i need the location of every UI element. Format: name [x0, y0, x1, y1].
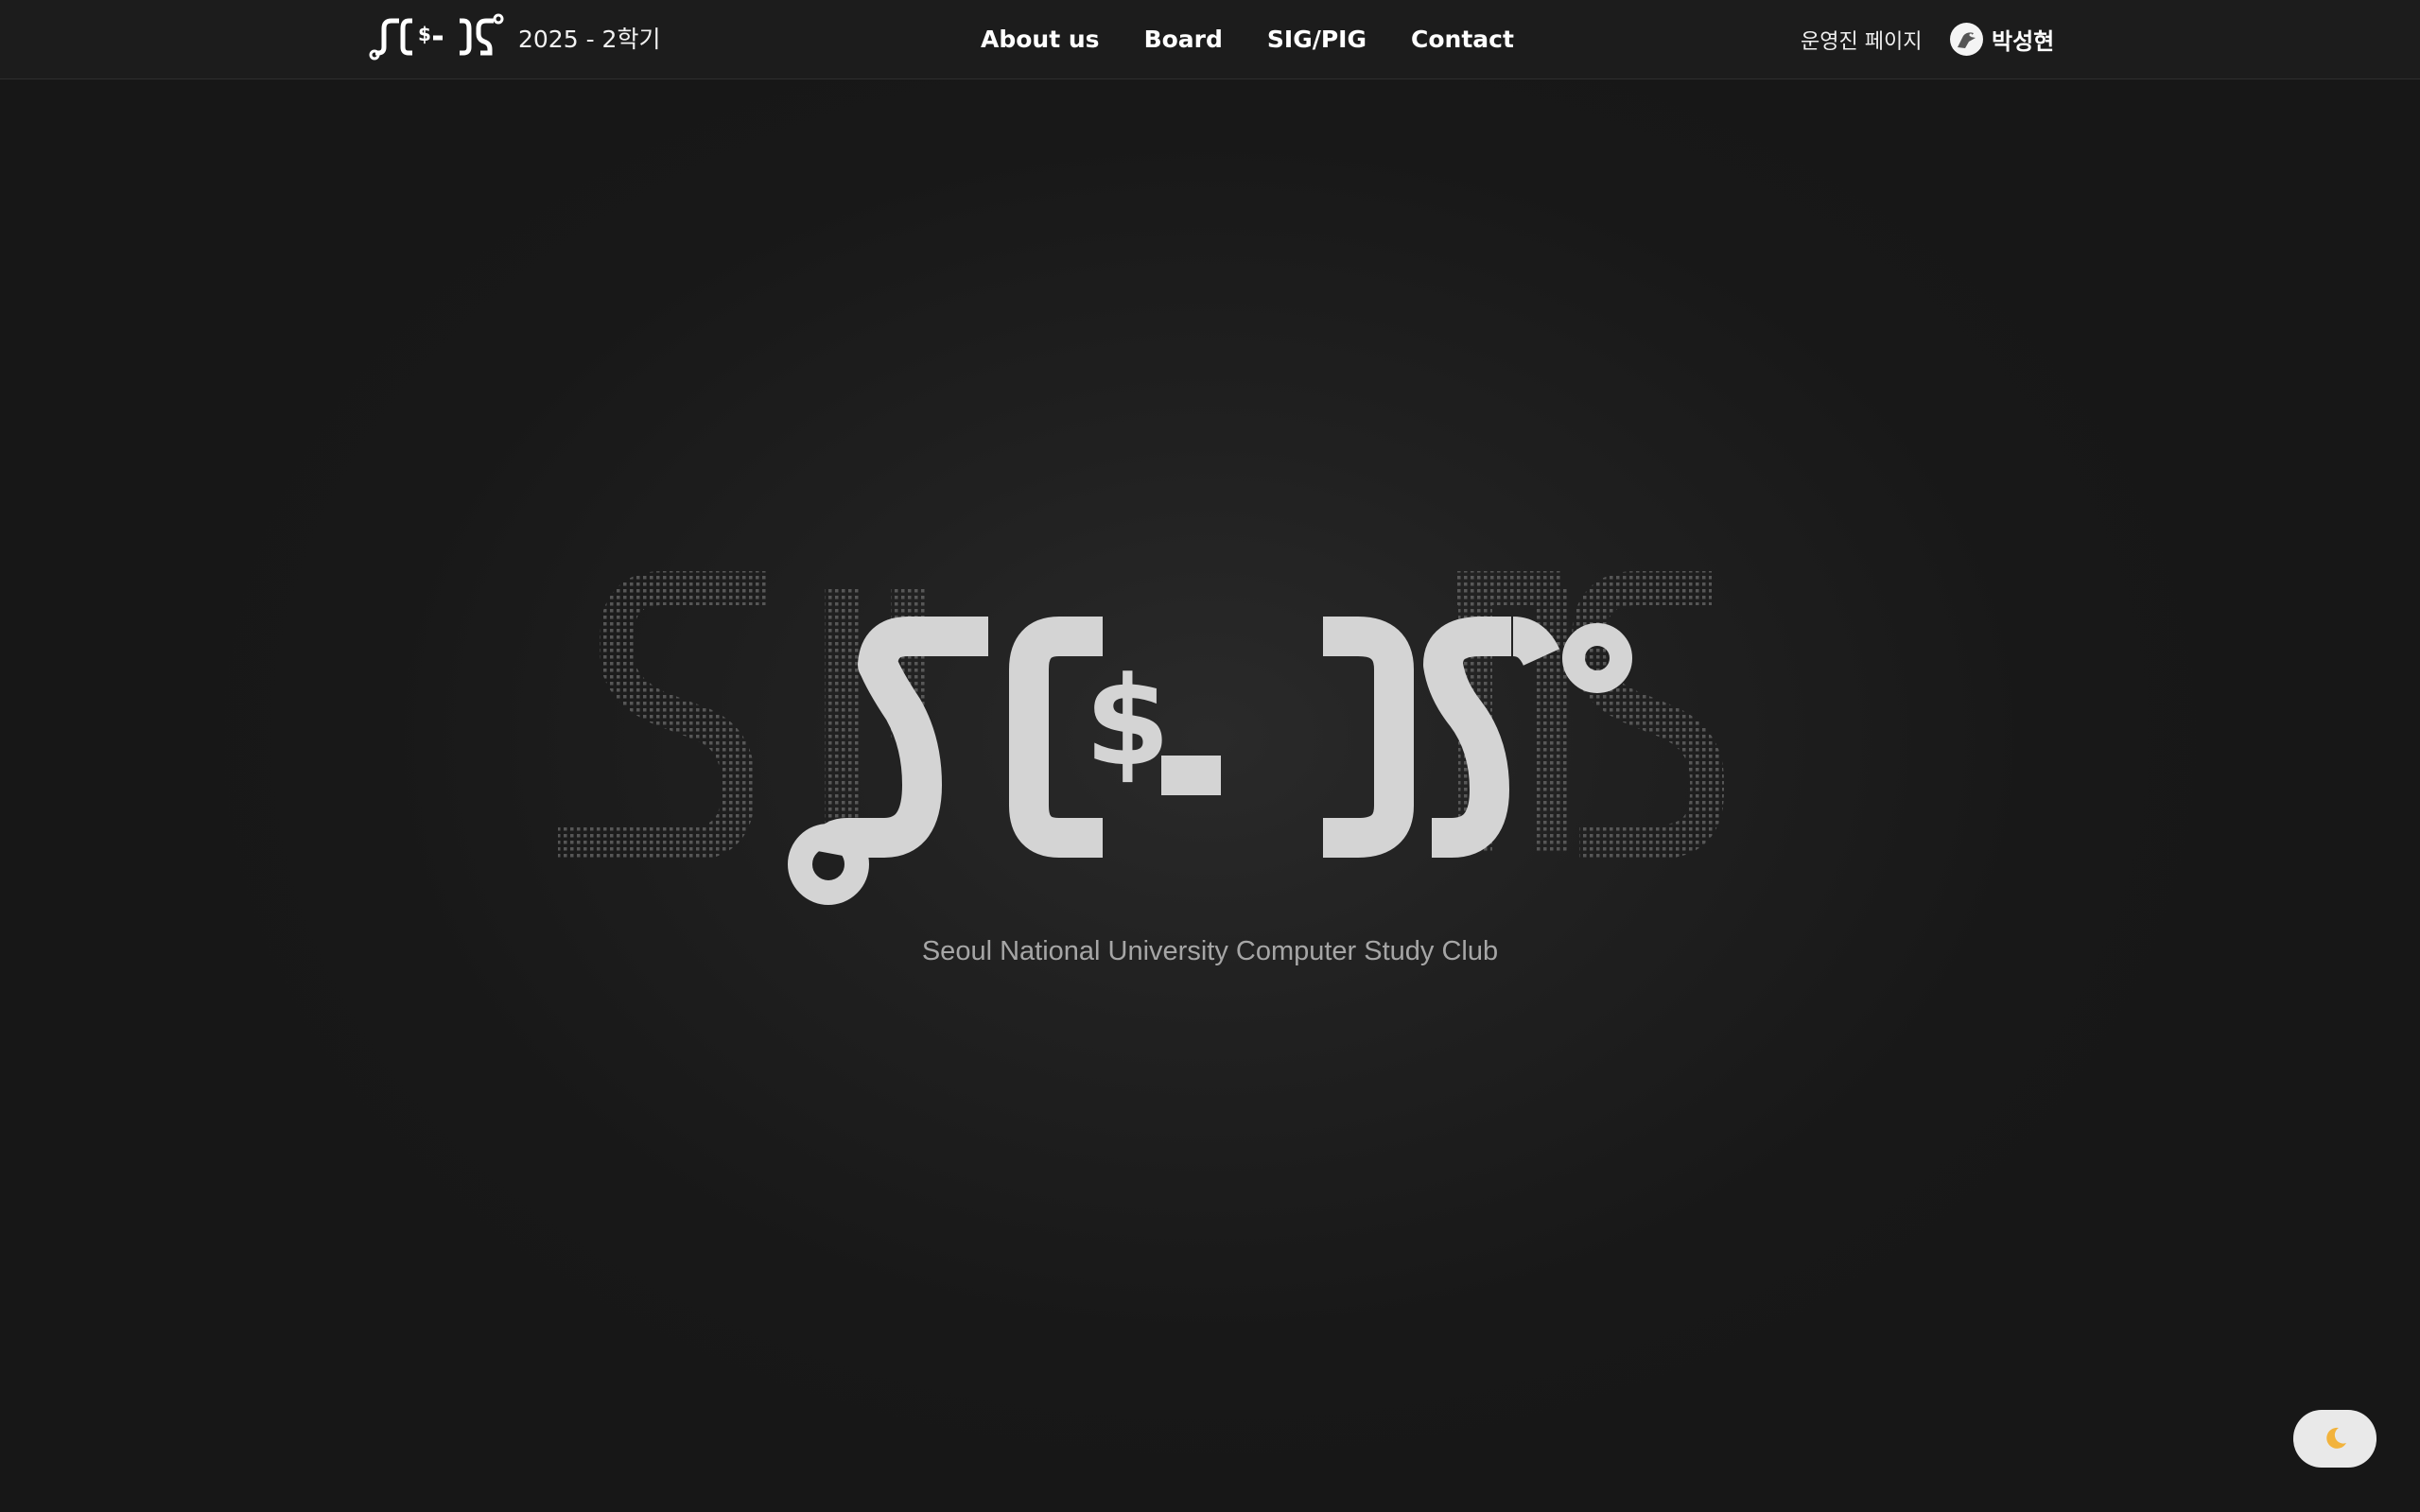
brand[interactable]: $ 2025 - 2학기: [369, 13, 660, 62]
theme-toggle-button[interactable]: [2293, 1410, 2376, 1468]
nav-contact[interactable]: Contact: [1411, 26, 1514, 53]
main-nav: About us Board SIG/PIG Contact: [981, 0, 1514, 78]
nav-about-us[interactable]: About us: [981, 26, 1100, 53]
sigpig-logo-icon[interactable]: $: [369, 13, 511, 62]
admin-page-link[interactable]: 운영진 페이지: [1801, 0, 1922, 78]
user-menu[interactable]: 박성현: [1950, 0, 2054, 78]
moon-icon: [2326, 1427, 2346, 1449]
nav-board[interactable]: Board: [1144, 26, 1223, 53]
sigpig-large-logo-icon: $: [558, 571, 1724, 905]
top-header: $ 2025 - 2학기 About us Board SIG/PIG Cont…: [0, 0, 2420, 79]
nav-sig-pig[interactable]: SIG/PIG: [1267, 26, 1367, 53]
avatar-icon[interactable]: [1950, 23, 1983, 56]
user-name: 박성현: [1992, 28, 2055, 55]
semester-label: 2025 - 2학기: [518, 26, 661, 53]
svg-text:$: $: [418, 23, 431, 45]
page: $ 2025 - 2학기 About us Board SIG/PIG Cont…: [0, 0, 2420, 1512]
svg-text:$: $: [1085, 650, 1170, 793]
hero-subtitle: Seoul National University Computer Study…: [921, 936, 1499, 966]
